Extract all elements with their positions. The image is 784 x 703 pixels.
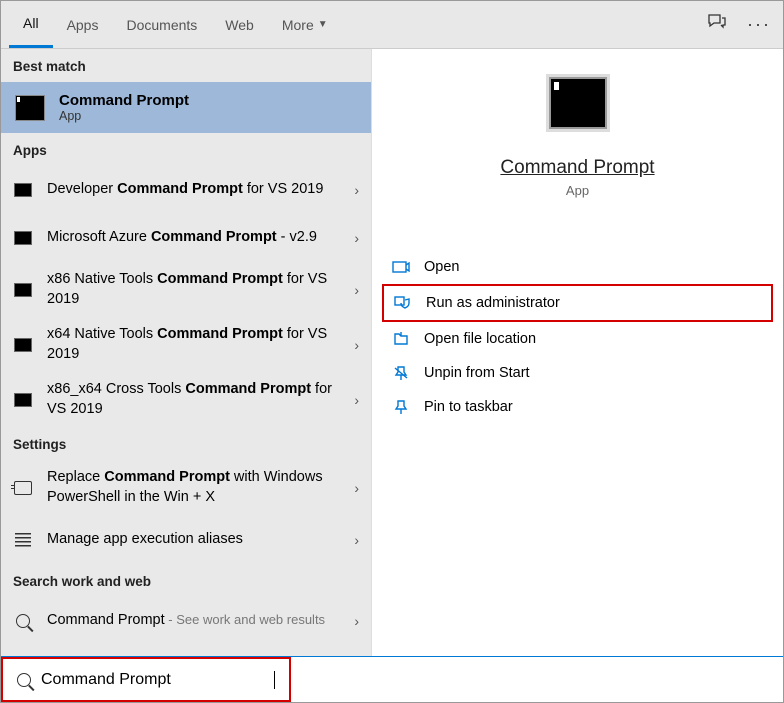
work-web-label: Command Prompt (47, 612, 165, 628)
chevron-right-icon[interactable]: › (354, 230, 359, 246)
settings-result-label: Replace Command Prompt with Windows Powe… (47, 468, 340, 507)
chevron-right-icon[interactable]: › (354, 613, 359, 629)
chevron-right-icon[interactable]: › (354, 182, 359, 198)
action-open-file-location[interactable]: Open file location (382, 322, 773, 356)
chevron-right-icon[interactable]: › (354, 480, 359, 496)
app-icon (14, 283, 32, 297)
tab-more-label: More (282, 17, 314, 33)
tab-apps[interactable]: Apps (53, 1, 113, 48)
search-icon (16, 614, 30, 628)
shield-icon (394, 295, 412, 311)
search-input[interactable]: Command Prompt (41, 671, 264, 689)
apps-result-label: Microsoft Azure Command Prompt - v2.9 (47, 228, 340, 248)
work-web-hint: - See work and web results (165, 612, 325, 627)
preview-app-icon (549, 77, 607, 129)
apps-result-label: Developer Command Prompt for VS 2019 (47, 180, 340, 200)
action-unpin-label: Unpin from Start (424, 365, 530, 381)
apps-result[interactable]: Microsoft Azure Command Prompt - v2.9 › (1, 214, 371, 262)
search-icon (17, 673, 31, 687)
apps-result[interactable]: Developer Command Prompt for VS 2019 › (1, 166, 371, 214)
section-apps: Apps (1, 133, 371, 166)
tab-more[interactable]: More ▼ (268, 1, 342, 48)
work-web-result[interactable]: Command Prompt - See work and web result… (1, 597, 371, 645)
apps-result[interactable]: x64 Native Tools Command Prompt for VS 2… (1, 317, 371, 372)
settings-icon (14, 481, 32, 495)
section-work-web: Search work and web (1, 564, 371, 597)
action-open[interactable]: Open (382, 250, 773, 284)
action-pin-to-taskbar[interactable]: Pin to taskbar (382, 390, 773, 424)
section-best-match: Best match (1, 49, 371, 82)
filter-tabs: All Apps Documents Web More ▼ ··· (1, 1, 783, 49)
best-match-title: Command Prompt (59, 92, 189, 109)
settings-result-label: Manage app execution aliases (47, 530, 340, 550)
search-bar: Command Prompt (1, 656, 783, 702)
chevron-right-icon[interactable]: › (354, 337, 359, 353)
apps-result[interactable]: x86 Native Tools Command Prompt for VS 2… (1, 262, 371, 317)
chevron-right-icon[interactable]: › (354, 282, 359, 298)
chevron-down-icon: ▼ (318, 19, 328, 30)
apps-result-label: x86_x64 Cross Tools Command Prompt for V… (47, 380, 340, 419)
chevron-right-icon[interactable]: › (354, 392, 359, 408)
more-options-icon[interactable]: ··· (747, 14, 771, 35)
settings-result[interactable]: Manage app execution aliases › (1, 516, 371, 564)
section-settings: Settings (1, 427, 371, 460)
results-panel: Best match Command Prompt App Apps Devel… (1, 49, 371, 656)
tab-documents[interactable]: Documents (112, 1, 211, 48)
app-icon (14, 231, 32, 245)
apps-result-label: x64 Native Tools Command Prompt for VS 2… (47, 325, 340, 364)
apps-result-label: x86 Native Tools Command Prompt for VS 2… (47, 270, 340, 309)
app-icon (14, 183, 32, 197)
folder-icon (392, 331, 410, 347)
search-bar-extension (291, 657, 783, 702)
chevron-right-icon[interactable]: › (354, 532, 359, 548)
tab-web[interactable]: Web (211, 1, 268, 48)
preview-panel: Command Prompt App Open Run as administr… (371, 49, 783, 656)
action-run-admin-label: Run as administrator (426, 295, 560, 311)
open-icon (392, 259, 410, 275)
pin-icon (392, 399, 410, 415)
preview-title[interactable]: Command Prompt (500, 157, 654, 179)
command-prompt-icon (15, 95, 45, 121)
action-run-as-administrator[interactable]: Run as administrator (382, 284, 773, 322)
apps-result[interactable]: x86_x64 Cross Tools Command Prompt for V… (1, 372, 371, 427)
action-unpin-from-start[interactable]: Unpin from Start (382, 356, 773, 390)
best-match-result[interactable]: Command Prompt App (1, 82, 371, 133)
app-icon (14, 393, 32, 407)
search-box[interactable]: Command Prompt (1, 657, 291, 702)
settings-result[interactable]: Replace Command Prompt with Windows Powe… (1, 460, 371, 515)
feedback-icon[interactable] (707, 13, 727, 36)
tab-all[interactable]: All (9, 1, 53, 48)
action-pin-tb-label: Pin to taskbar (424, 399, 513, 415)
best-match-subtitle: App (59, 109, 189, 123)
unpin-icon (392, 365, 410, 381)
settings-icon (15, 533, 31, 547)
preview-subtitle: App (566, 183, 589, 198)
action-open-loc-label: Open file location (424, 331, 536, 347)
app-icon (14, 338, 32, 352)
action-open-label: Open (424, 259, 459, 275)
text-cursor (274, 671, 275, 689)
